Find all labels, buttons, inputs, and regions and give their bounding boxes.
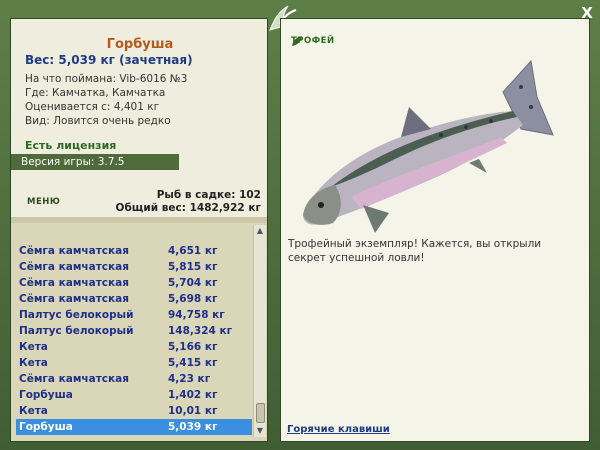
keepnet-stats: Рыб в садке: 102 Общий вес: 1482,922 кг [116,189,261,215]
catch-weight: Вес: 5,039 кг (зачетная) [25,53,193,67]
fish-list-item-weight: 10,01 кг [168,405,218,417]
fish-list-item-name: Кета [19,405,48,417]
fish-list-item-weight: 4,23 кг [168,373,211,385]
fish-list-item-weight: 5,166 кг [168,341,218,353]
fish-list-item[interactable]: Кета 5,166 кг [16,339,252,355]
catch-bait: На что поймана: Vib-6016 №3 [25,73,188,85]
fish-list-item-weight: 5,815 кг [168,261,218,273]
fish-list-item[interactable]: Палтус белокорый 148,324 кг [16,323,252,339]
leaf-icon [292,36,302,46]
fish-list-item-name: Кета [19,341,48,353]
fish-list-item-name: Сёмга камчатская [19,293,129,305]
scroll-up-icon[interactable]: ▲ [254,225,266,237]
catch-rarity: Вид: Ловится очень редко [25,115,171,127]
fish-list-item-weight: 5,704 кг [168,277,218,289]
fish-list-item[interactable]: Сёмга камчатская 5,815 кг [16,259,252,275]
fish-list-scrollbar[interactable]: ▲ ▼ [253,225,266,437]
fish-list-item-weight: 4,651 кг [168,245,218,257]
fish-list: Сёмга камчатская 4,651 кг Сёмга камчатская… [11,223,267,441]
fish-list-item-name: Кета [19,357,48,369]
fish-list-item-name: Палтус белокорый [19,325,134,337]
catch-location: Где: Камчатка, Камчатка [25,87,166,99]
fish-list-item-weight: 1,402 кг [168,389,218,401]
fish-list-item-name: Горбуша [19,421,73,433]
fish-count: Рыб в садке: 102 [156,189,261,201]
catch-fish-name: Горбуша [106,37,174,52]
fish-list-item[interactable]: Палтус белокорый 94,758 кг [16,307,252,323]
fish-list-item-weight: 94,758 кг [168,309,225,321]
fish-list-item-name: Сёмга камчатская [19,373,129,385]
scroll-thumb[interactable] [256,403,265,423]
fish-list-item-name: Сёмга камчатская [19,261,129,273]
fish-list-item[interactable]: Сёмга камчатская 4,651 кг [16,243,252,259]
fish-list-item[interactable]: Кета 10,01 кг [16,403,252,419]
fish-list-item-name: Палтус белокорый [19,309,134,321]
fish-list-item-name: Сёмга камчатская [19,245,129,257]
version-label: Версия игры: 3.7.5 [11,154,179,170]
hotkeys-link[interactable]: Горячие клавиши [287,424,390,435]
fish-list-item-weight: 5,698 кг [168,293,218,305]
fish-list-item-name: Горбуша [19,389,73,401]
salmon-image [303,59,554,233]
catch-value: Оценивается с: 4,401 кг [25,101,160,113]
fish-list-item[interactable]: Сёмга камчатская 4,23 кг [16,371,252,387]
fish-list-item[interactable]: Кета 5,415 кг [16,355,252,371]
trophy-panel: ТРОФЕЙ Трофейный экземпляр! Кажется, вы … [280,18,590,442]
trophy-message: Трофейный экземпляр! Кажется, вы открыли… [288,238,542,264]
menu-button[interactable]: МЕНЮ [27,197,60,207]
fish-list-item-weight: 5,415 кг [168,357,218,369]
catch-details-panel: Горбуша Вес: 5,039 кг (зачетная) На что … [10,18,268,442]
scroll-down-icon[interactable]: ▼ [254,425,266,437]
fish-list-item-weight: 148,324 кг [168,325,233,337]
fish-list-item[interactable]: Горбуша 5,039 кг [16,419,252,435]
fish-list-item-weight: 5,039 кг [168,421,218,433]
total-weight: Общий вес: 1482,922 кг [115,202,261,214]
license-status: Есть лицензия [25,139,117,152]
fish-list-item[interactable]: Сёмга камчатская 5,704 кг [16,275,252,291]
fish-list-item[interactable]: Горбуша 1,402 кг [16,387,252,403]
fish-list-item[interactable]: Сёмга камчатская 5,698 кг [16,291,252,307]
fish-list-item-name: Сёмга камчатская [19,277,129,289]
